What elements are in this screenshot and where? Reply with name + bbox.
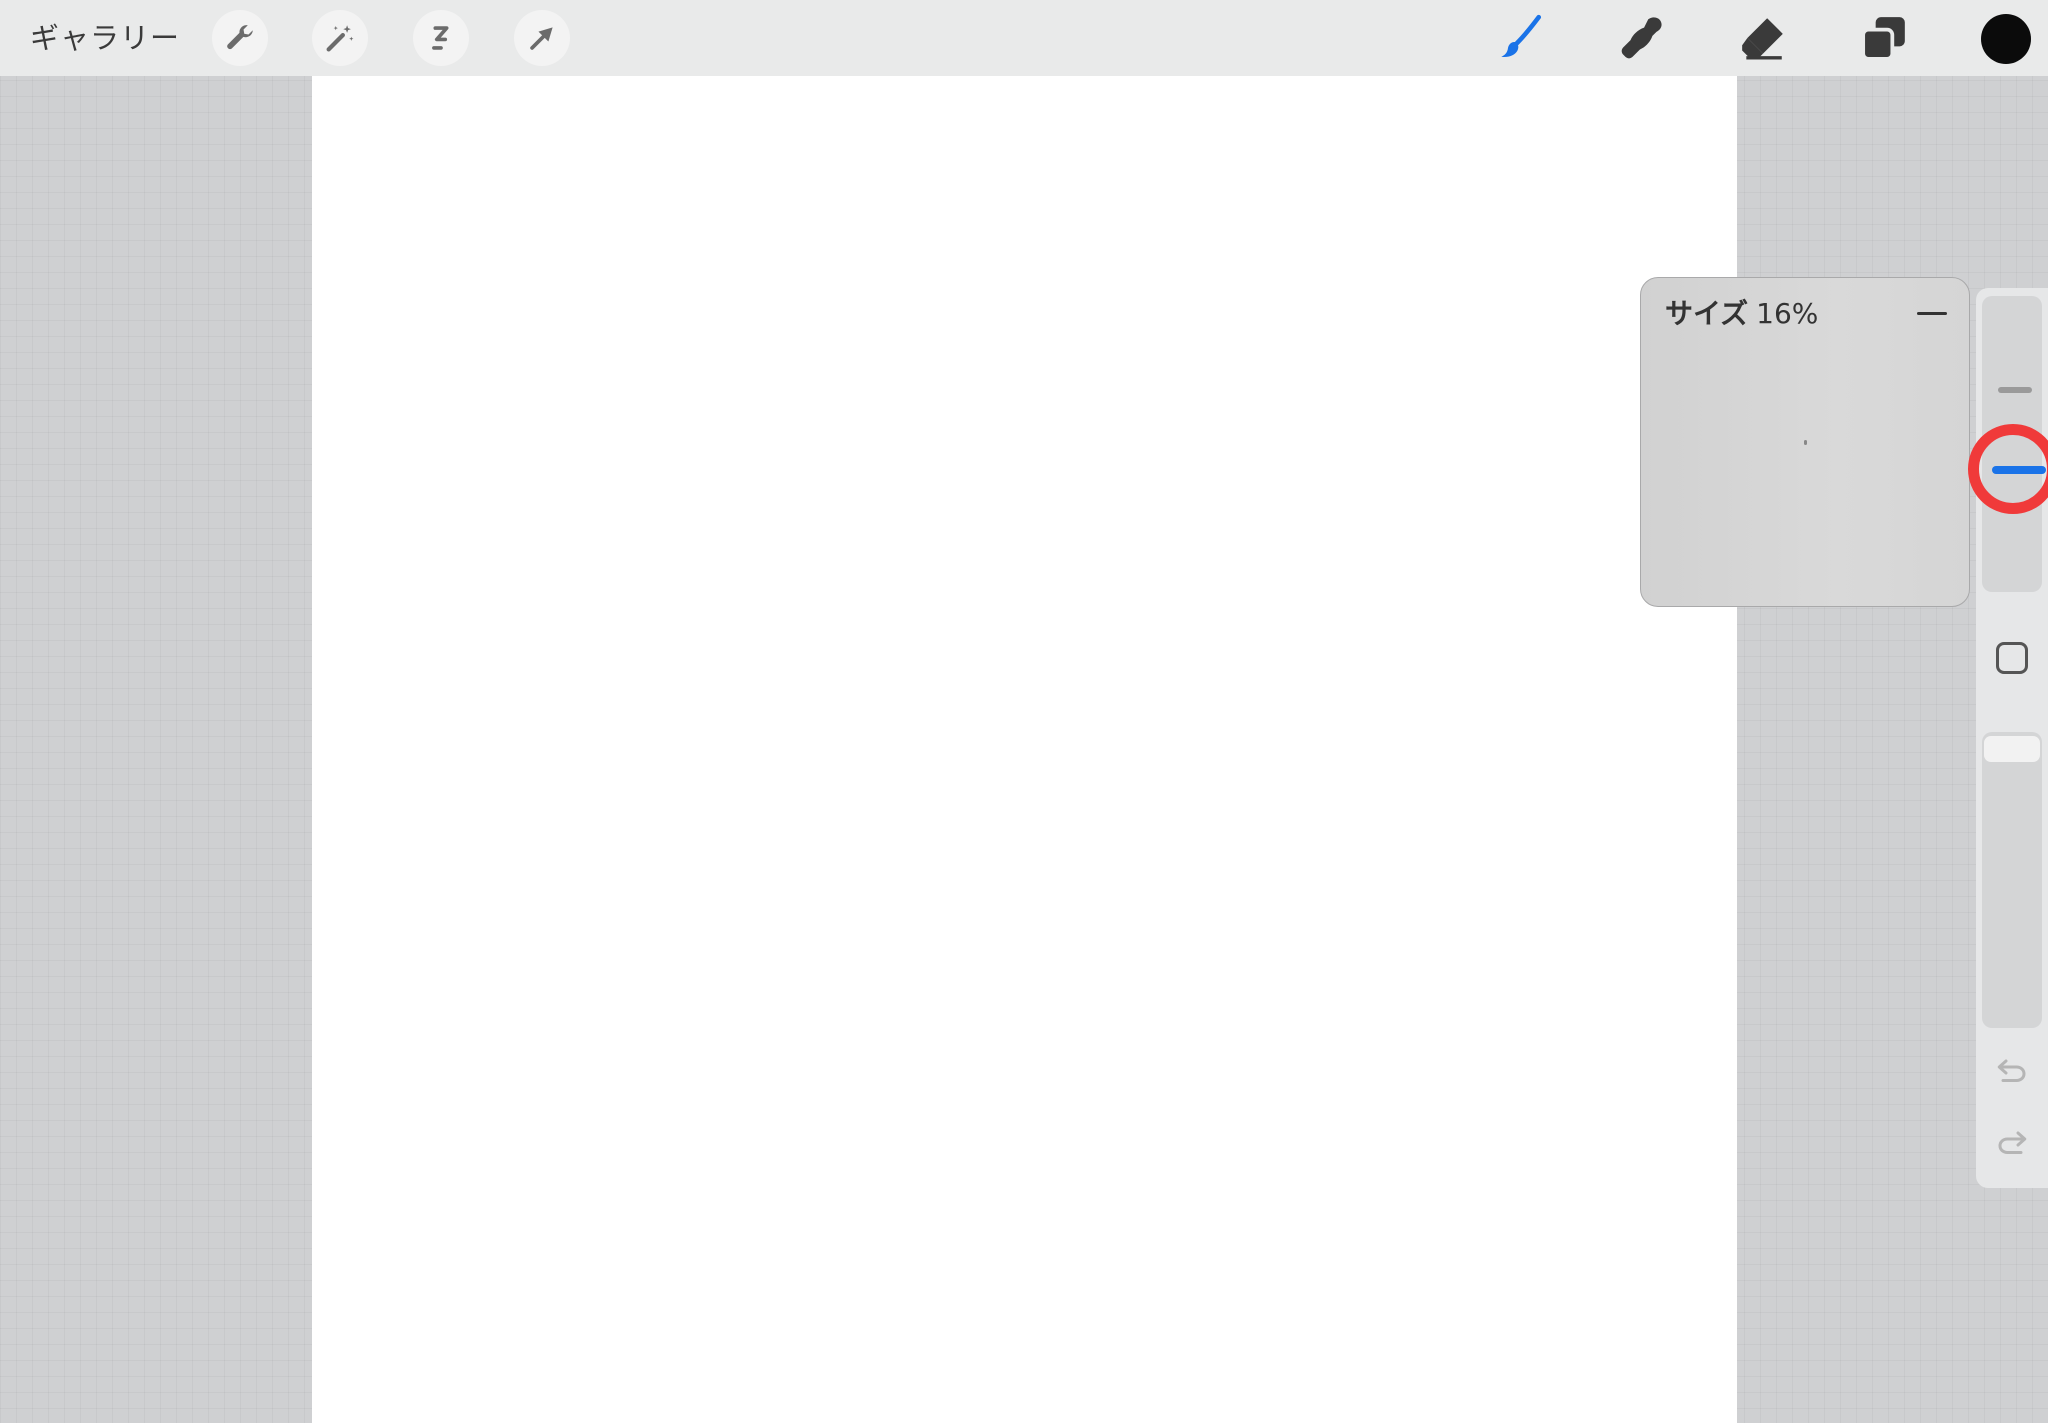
brush-size-popup: サイズ 16% <box>1640 277 1970 607</box>
undo-icon <box>1997 1059 2026 1082</box>
drawing-canvas[interactable] <box>312 76 1737 1423</box>
selection-icon <box>432 26 449 50</box>
redo-icon <box>1998 1131 2027 1154</box>
eraser-icon <box>1742 18 1783 60</box>
eraser-tool[interactable] <box>1737 12 1789 64</box>
brush-icon <box>1501 14 1542 58</box>
right-sidebar <box>1968 288 2048 1188</box>
modify-button[interactable] <box>1996 642 2028 674</box>
top-toolbar: ギャラリー <box>0 0 2048 76</box>
brush-tool[interactable] <box>1494 12 1546 64</box>
opacity-thumb[interactable] <box>1984 736 2040 762</box>
transform-arrow-icon <box>530 27 553 50</box>
redo-button[interactable] <box>1994 1124 2030 1160</box>
opacity-slider[interactable] <box>1982 732 2042 1028</box>
actions-button[interactable] <box>212 10 268 66</box>
wrench-icon <box>227 25 253 50</box>
adjustments-button[interactable] <box>312 10 368 66</box>
undo-button[interactable] <box>1994 1052 2030 1088</box>
magic-wand-icon <box>326 25 354 52</box>
gallery-button[interactable]: ギャラリー <box>30 16 180 60</box>
highlight-circle <box>1968 424 2048 514</box>
color-picker-button[interactable] <box>1981 14 2031 64</box>
size-label: サイズ <box>1665 297 1749 330</box>
transform-button[interactable] <box>514 10 570 66</box>
brush-size-preview <box>1804 440 1807 445</box>
size-readout: サイズ 16% <box>1665 292 1818 332</box>
size-value: 16% <box>1756 297 1819 330</box>
smudge-tool[interactable] <box>1616 12 1668 64</box>
layers-tool[interactable] <box>1858 12 1910 64</box>
selection-button[interactable] <box>413 10 469 66</box>
layers-icon <box>1861 17 1905 61</box>
size-marker <box>1998 387 2032 393</box>
smudge-icon <box>1621 17 1662 59</box>
minimize-icon[interactable] <box>1917 312 1947 315</box>
